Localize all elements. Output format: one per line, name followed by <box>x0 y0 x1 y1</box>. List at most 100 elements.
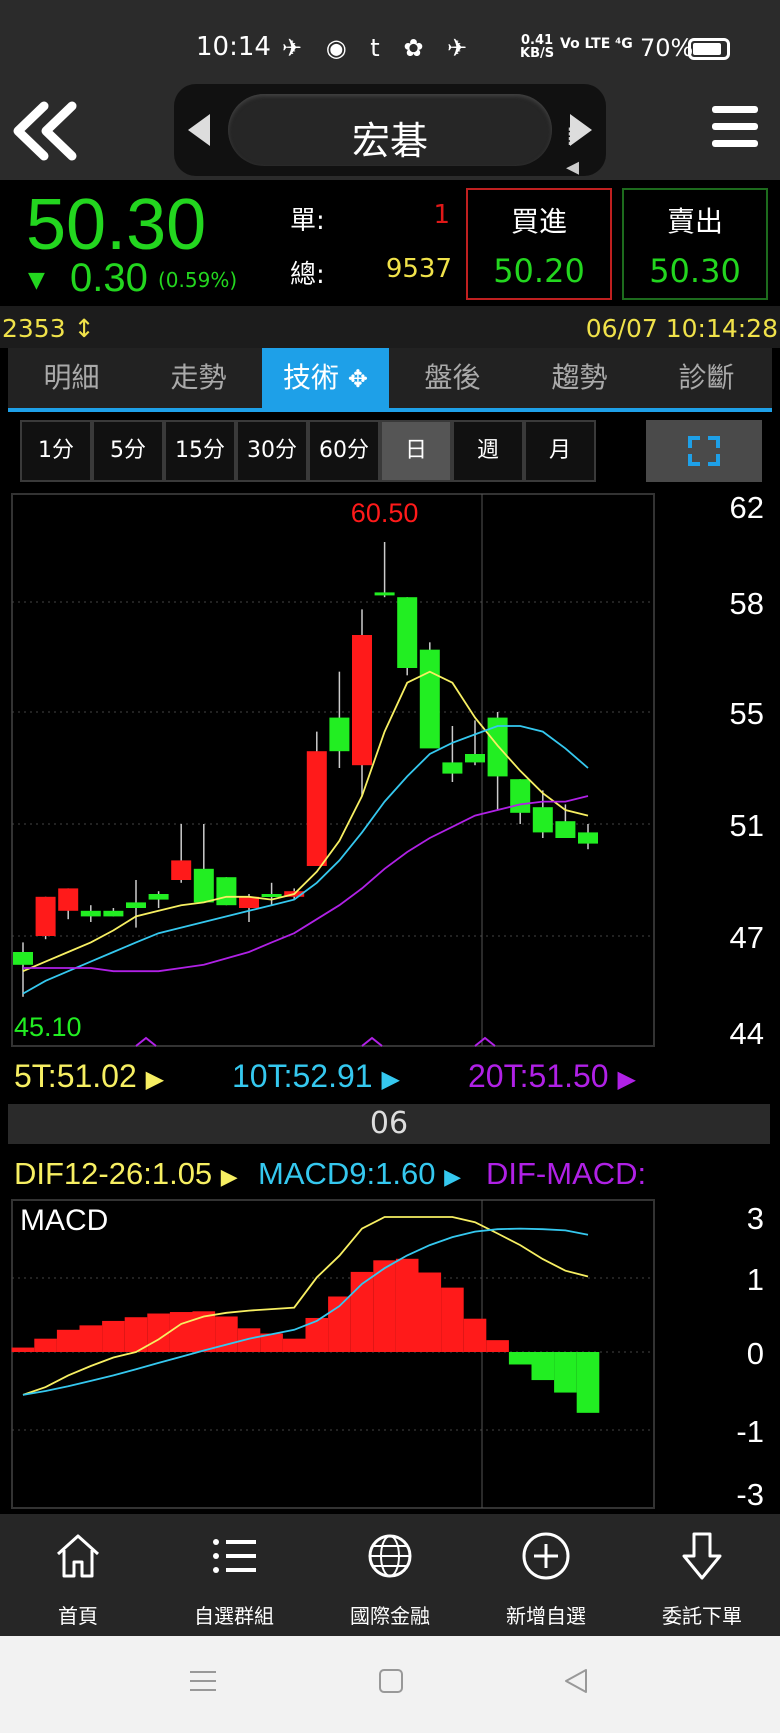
hamburger-menu-icon[interactable] <box>712 106 758 154</box>
candle-body <box>193 868 214 903</box>
home-square-icon[interactable] <box>376 1666 406 1696</box>
fullscreen-icon[interactable] <box>646 420 762 482</box>
candle-body <box>374 592 395 596</box>
macd-y-axis-label: 3 <box>747 1201 764 1236</box>
battery-level: 70% <box>640 34 694 62</box>
single-volume-label: 單: <box>290 206 325 236</box>
y-axis-label: 55 <box>730 696 764 731</box>
period-selector: 1分 5分 15分 30分 60分 日 週 月 <box>8 414 772 490</box>
candle-body <box>148 894 169 900</box>
total-volume-value: 9537 <box>385 254 452 284</box>
tab-diagnosis[interactable]: 診斷 <box>643 348 770 408</box>
date-axis: 06 <box>8 1104 770 1144</box>
period-5min[interactable]: 5分 <box>92 420 164 482</box>
period-60min[interactable]: 60分 <box>308 420 380 482</box>
macd-histogram-bar <box>34 1338 57 1352</box>
back-triangle-icon[interactable] <box>562 1666 592 1696</box>
tab-details[interactable]: 明細 <box>8 348 135 408</box>
sell-price: 50.30 <box>649 252 741 290</box>
tab-after-hours[interactable]: 盤後 <box>389 348 516 408</box>
nav-order-label: 委託下單 <box>662 1604 742 1628</box>
y-axis-label: 47 <box>730 920 764 955</box>
stock-name-pill[interactable]: 宏碁 ⁞◂ <box>228 94 579 182</box>
tab-technical[interactable]: 技術 ✥ <box>262 348 389 408</box>
macd-histogram-bar <box>508 1352 532 1365</box>
candle-body <box>306 751 327 866</box>
candle-body <box>532 807 553 833</box>
candlestick-chart[interactable]: 62 58 55 51 47 44 60.50 45.10 <box>11 490 764 1051</box>
macd-chart[interactable]: 3 1 0 -1 -3 MACD <box>11 1199 764 1512</box>
next-stock-arrow-icon[interactable] <box>570 114 592 146</box>
nav-watchlist-groups-label: 自選群組 <box>194 1604 274 1628</box>
macd-y-axis-label: 1 <box>747 1262 764 1297</box>
home-icon <box>56 1534 100 1578</box>
period-30min[interactable]: 30分 <box>236 420 308 482</box>
nav-international-label: 國際金融 <box>350 1604 430 1628</box>
macd-y-axis-label: -1 <box>736 1414 764 1449</box>
list-icon <box>213 1539 256 1573</box>
candle-body <box>329 717 350 752</box>
ma20-value: 20T:51.50 <box>468 1058 609 1094</box>
collapse-icon: ✥ <box>347 365 369 393</box>
macd-y-axis-label: -3 <box>736 1477 764 1512</box>
macd-histogram-bar <box>486 1340 509 1352</box>
macd9-line <box>22 1227 589 1396</box>
down-arrow-icon: ▼ <box>28 268 45 293</box>
tab-tendency[interactable]: 趨勢 <box>516 348 643 408</box>
macd-histogram-bar <box>418 1272 442 1352</box>
stock-code: 2353 ↕ <box>2 314 95 343</box>
macd-histogram-bar <box>463 1318 487 1352</box>
macd-histogram-bar <box>576 1352 600 1413</box>
ma5-legend: 5T:51.02 ▶ <box>14 1058 164 1095</box>
candle-body <box>13 952 33 965</box>
single-volume-value: 1 <box>433 200 450 230</box>
play-icon: ▶ <box>381 1066 400 1093</box>
macd-histogram-bar <box>147 1313 170 1352</box>
period-week[interactable]: 週 <box>452 420 524 482</box>
period-month[interactable]: 月 <box>524 420 596 482</box>
updown-arrow-icon: ↕ <box>73 314 95 343</box>
y-axis-label: 62 <box>730 490 764 525</box>
nav-watchlist-groups[interactable]: 自選群組 <box>156 1514 312 1636</box>
candle-body <box>352 635 372 766</box>
nav-home[interactable]: 首頁 <box>0 1514 156 1636</box>
tab-trend[interactable]: 走勢 <box>135 348 262 408</box>
candle-body <box>555 821 576 838</box>
sell-label: 賣出 <box>666 205 723 238</box>
y-axis-label: 44 <box>730 1016 764 1051</box>
y-axis-label: 51 <box>730 808 764 843</box>
buy-button[interactable]: 買進 50.20 <box>466 188 612 300</box>
double-chevron-left-icon[interactable] <box>10 98 80 164</box>
candle-plot-frame <box>11 493 655 1047</box>
candle-body <box>465 754 485 763</box>
signal-marker <box>361 1036 383 1047</box>
quote-panel: 50.30 ▼ 0.30 (0.59%) 單: 1 總: 9537 買進 50.… <box>0 180 780 306</box>
recent-apps-icon[interactable] <box>188 1666 218 1696</box>
period-1min[interactable]: 1分 <box>20 420 92 482</box>
period-day[interactable]: 日 <box>380 420 452 482</box>
candle-body <box>171 860 192 880</box>
nav-order[interactable]: 委託下單 <box>624 1514 780 1636</box>
ma20-legend: 20T:51.50 ▶ <box>468 1058 636 1095</box>
nav-international[interactable]: 國際金融 <box>312 1514 468 1636</box>
macd9-legend: MACD9:1.60 ▶ <box>258 1156 461 1192</box>
macd-histogram-bar <box>282 1338 306 1352</box>
candle-body <box>103 910 124 917</box>
nav-add-watch[interactable]: 新增自選 <box>468 1514 624 1636</box>
last-price: 50.30 <box>26 185 207 265</box>
ma10-value: 10T:52.91 <box>232 1058 373 1094</box>
period-15min[interactable]: 15分 <box>164 420 236 482</box>
tab-technical-label: 技術 <box>282 361 339 394</box>
change-percent: (0.59%) <box>158 268 238 292</box>
prev-stock-arrow-icon[interactable] <box>188 114 210 146</box>
candle-body <box>397 597 418 668</box>
stock-code-value: 2353 <box>2 314 66 343</box>
macd-histogram-bar <box>531 1352 555 1381</box>
sell-button[interactable]: 賣出 50.30 <box>622 188 768 300</box>
stock-name: 宏碁 <box>351 119 428 163</box>
technical-chart[interactable]: 62 58 55 51 47 44 60.50 45.10 3 1 0 -1 -3 MACD <box>0 488 780 1514</box>
system-nav <box>0 1636 780 1733</box>
app-root: { "status_bar": { "time": "10:14", "net_… <box>0 0 780 1733</box>
y-axis-label: 58 <box>730 586 764 621</box>
nav-home-label: 首頁 <box>58 1604 98 1628</box>
